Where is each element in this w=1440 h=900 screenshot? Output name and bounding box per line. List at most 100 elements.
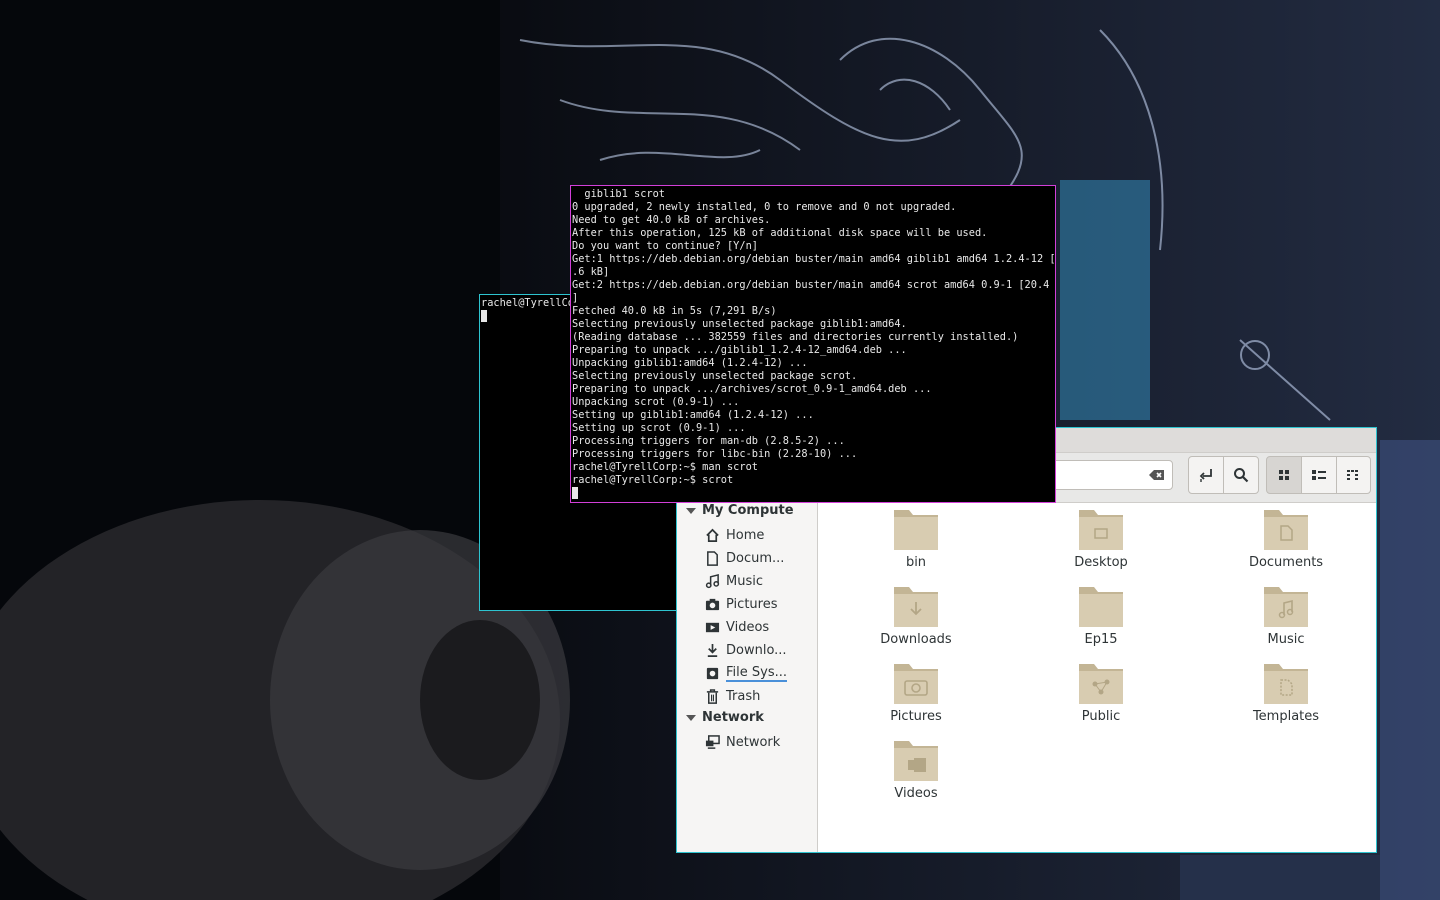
sidebar-item-label: Downlo... xyxy=(726,642,787,658)
file-item-videos[interactable]: Videos xyxy=(846,738,986,801)
terminal-output-line: Get:2 https://deb.debian.org/debian bust… xyxy=(572,279,1056,291)
download-icon xyxy=(707,643,718,657)
file-label: Ep15 xyxy=(1084,632,1118,647)
terminal-cursor xyxy=(481,310,487,322)
terminal-output-line: Processing triggers for man-db (2.8.5-2)… xyxy=(572,435,845,447)
places-sidebar: My Compute Home Docum... Music Pictures … xyxy=(677,503,818,852)
home-icon xyxy=(706,528,719,542)
terminal-output-line: Selecting previously unselected package … xyxy=(572,318,907,330)
sidebar-section-computer[interactable]: My Compute xyxy=(686,503,794,518)
clear-entry-icon[interactable] xyxy=(1149,469,1165,481)
compact-view-icon xyxy=(1346,470,1358,480)
file-label: Public xyxy=(1081,709,1121,724)
location-entry[interactable] xyxy=(1047,460,1173,490)
file-item-music[interactable]: Music xyxy=(1216,584,1356,647)
sidebar-section-label: Network xyxy=(702,710,764,725)
document-icon xyxy=(707,550,718,566)
file-item-public[interactable]: Public xyxy=(1031,661,1171,724)
folder-documents-icon xyxy=(1264,510,1308,550)
search-button[interactable] xyxy=(1223,456,1259,494)
sidebar-item-downloads[interactable]: Downlo... xyxy=(705,640,787,660)
sidebar-item-label: Home xyxy=(726,527,765,543)
terminal-output-line: Unpacking giblib1:amd64 (1.2.4-12) ... xyxy=(572,357,808,369)
terminal-output-line: Setting up giblib1:amd64 (1.2.4-12) ... xyxy=(572,409,814,421)
terminal-output-line: ] xyxy=(572,292,579,304)
terminal-output-line: 0 upgraded, 2 newly installed, 0 to remo… xyxy=(572,201,957,213)
network-icon xyxy=(705,734,720,749)
terminal-output-line: Preparing to unpack .../giblib1_1.2.4-12… xyxy=(572,344,907,356)
terminal-output-line: Need to get 40.0 kB of archives. xyxy=(572,214,771,226)
file-label: Music xyxy=(1267,632,1305,647)
sidebar-item-videos[interactable]: Videos xyxy=(705,617,769,637)
file-label: bin xyxy=(905,555,927,570)
terminal-output-line: Processing triggers for libc-bin (2.28-1… xyxy=(572,448,858,460)
folder-public-icon xyxy=(1079,664,1123,704)
file-item-desktop[interactable]: Desktop xyxy=(1031,507,1171,570)
terminal-output-line: Do you want to continue? [Y/n] xyxy=(572,240,758,252)
sidebar-item-label: Music xyxy=(726,573,763,589)
sidebar-item-trash[interactable]: Trash xyxy=(705,686,760,706)
icon-view-button[interactable] xyxy=(1266,456,1302,494)
terminal-output-line: Setting up scrot (0.9-1) ... xyxy=(572,422,746,434)
terminal-output-line: .6 kB] xyxy=(572,266,610,278)
music-icon xyxy=(705,573,720,588)
sidebar-section-label: My Compute xyxy=(702,503,794,518)
terminal-output-line: rachel@TyrellCorp:~$ man scrot xyxy=(572,461,758,473)
search-icon xyxy=(1234,468,1249,483)
expand-triangle-icon[interactable] xyxy=(686,507,696,514)
folder-templates-icon xyxy=(1264,664,1308,704)
camera-icon xyxy=(705,598,720,610)
file-label: Desktop xyxy=(1074,555,1128,570)
terminal-output-line: Unpacking scrot (0.9-1) ... xyxy=(572,396,740,408)
sidebar-item-label: Videos xyxy=(726,619,770,635)
sidebar-item-documents[interactable]: Docum... xyxy=(705,548,784,568)
trash-icon xyxy=(706,688,719,704)
drive-icon xyxy=(706,667,719,679)
grid-view-icon xyxy=(1279,470,1289,480)
terminal-output-line: Preparing to unpack .../archives/scrot_0… xyxy=(572,383,932,395)
sidebar-item-label: Pictures xyxy=(726,596,778,612)
folder-music-icon xyxy=(1264,587,1308,627)
file-item-pictures[interactable]: Pictures xyxy=(846,661,986,724)
terminal-output-line: giblib1 scrot xyxy=(572,188,665,200)
sidebar-item-music[interactable]: Music xyxy=(705,571,763,591)
terminal-output-line: Fetched 40.0 kB in 5s (7,291 B/s) xyxy=(572,305,777,317)
location-return-icon xyxy=(1199,469,1212,482)
compact-view-button[interactable] xyxy=(1336,456,1371,494)
sidebar-item-label: Trash xyxy=(726,688,761,704)
folder-download-icon xyxy=(894,587,938,627)
sidebar-item-home[interactable]: Home xyxy=(705,525,764,545)
list-view-button[interactable] xyxy=(1301,456,1337,494)
terminal-output-line: Get:1 https://deb.debian.org/debian bust… xyxy=(572,253,1056,265)
sidebar-section-network[interactable]: Network xyxy=(686,710,764,725)
file-label: Downloads xyxy=(880,632,952,647)
file-label: Templates xyxy=(1252,709,1320,724)
terminal-output: giblib1 scrot 0 upgraded, 2 newly install… xyxy=(572,188,1056,487)
terminal-window-front[interactable]: giblib1 scrot 0 upgraded, 2 newly install… xyxy=(570,185,1056,503)
folder-desktop-icon xyxy=(1079,510,1123,550)
sidebar-item-filesystem[interactable]: File Sys... xyxy=(705,663,788,683)
file-label: Documents xyxy=(1248,555,1324,570)
expand-triangle-icon[interactable] xyxy=(686,714,696,721)
file-view[interactable]: bin Desktop Documents Downloads Ep15 Mus… xyxy=(818,503,1376,852)
file-item-ep15[interactable]: Ep15 xyxy=(1031,584,1171,647)
sidebar-item-pictures[interactable]: Pictures xyxy=(705,594,777,614)
sidebar-item-label: Docum... xyxy=(726,550,785,566)
file-item-downloads[interactable]: Downloads xyxy=(846,584,986,647)
folder-icon xyxy=(1079,587,1123,627)
go-to-location-button[interactable] xyxy=(1188,456,1224,494)
terminal-cursor xyxy=(572,487,578,499)
sidebar-item-network[interactable]: Network xyxy=(705,732,780,752)
file-item-documents[interactable]: Documents xyxy=(1216,507,1356,570)
terminal-output-line: Selecting previously unselected package … xyxy=(572,370,858,382)
file-label: Videos xyxy=(894,786,938,801)
file-item-bin[interactable]: bin xyxy=(846,507,986,570)
folder-pictures-icon xyxy=(894,664,938,704)
folder-icon xyxy=(894,510,938,550)
file-item-templates[interactable]: Templates xyxy=(1216,661,1356,724)
folder-videos-icon xyxy=(894,741,938,781)
file-label: Pictures xyxy=(890,709,942,724)
sidebar-item-label: Network xyxy=(726,734,781,750)
terminal-output-line: rachel@TyrellCorp:~$ scrot xyxy=(572,474,734,486)
terminal-output-line: After this operation, 125 kB of addition… xyxy=(572,227,988,239)
